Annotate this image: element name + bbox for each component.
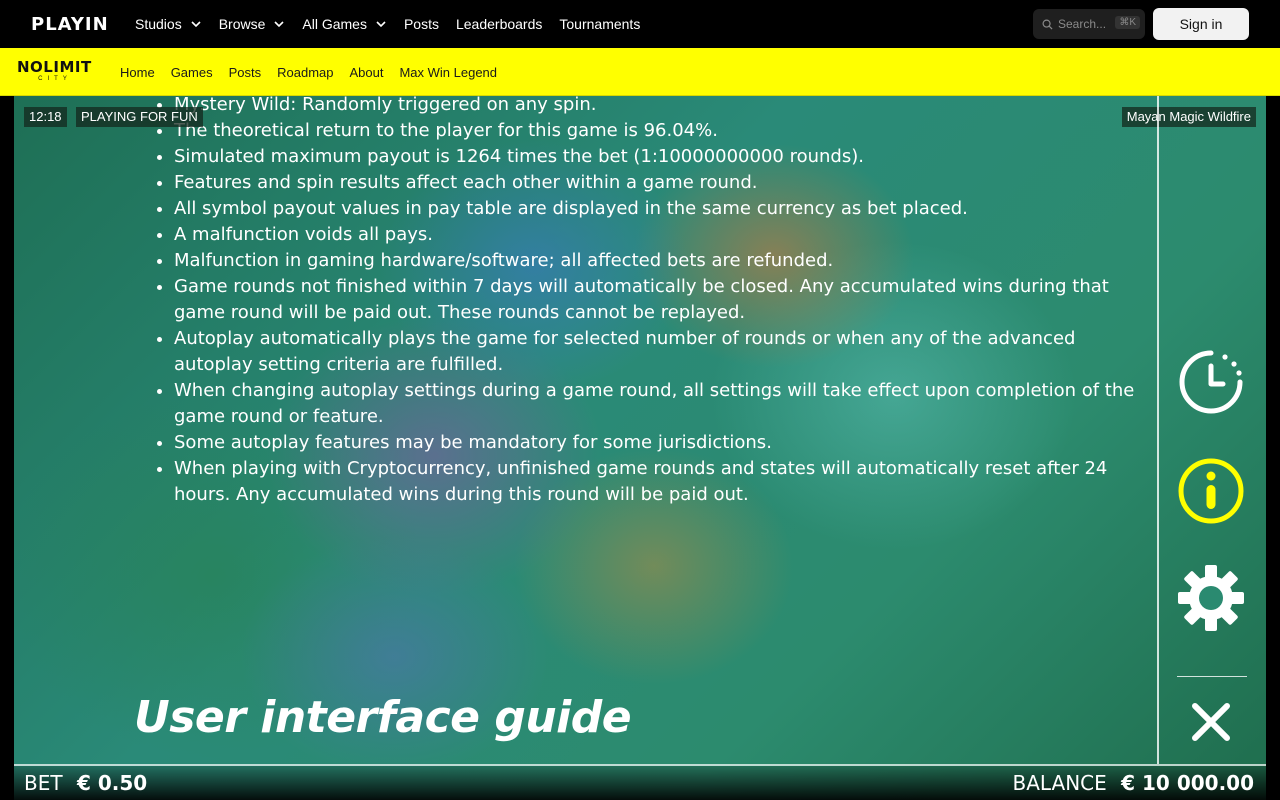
history-icon[interactable]	[1177, 348, 1245, 416]
balance-display: BALANCE € 10 000.00	[1013, 771, 1254, 795]
nav-label: All Games	[302, 16, 367, 32]
rule-item: Autoplay automatically plays the game fo…	[174, 326, 1140, 378]
nolimit-city-logo[interactable]: NOLIMIT CITY	[17, 60, 97, 84]
bet-display[interactable]: BET € 0.50	[24, 771, 147, 795]
close-icon[interactable]	[1177, 688, 1245, 756]
game-rules-text: Mystery Wild: Randomly triggered on any …	[160, 96, 1140, 508]
rule-item: When changing autoplay settings during a…	[174, 378, 1140, 430]
nav-label: Browse	[218, 16, 266, 32]
studio-nav-about[interactable]: About	[349, 65, 383, 80]
nav-label: Leaderboards	[455, 16, 543, 32]
chevron-down-icon	[191, 21, 201, 28]
nav-browse[interactable]: Browse	[219, 16, 286, 32]
nav-leaderboards[interactable]: Leaderboards	[456, 16, 542, 32]
bet-label: BET	[24, 771, 63, 795]
rule-item: Malfunction in gaming hardware/software;…	[174, 248, 1140, 274]
chevron-down-icon	[274, 21, 284, 28]
studio-nav-games[interactable]: Games	[171, 65, 213, 80]
site-header: PLAYIN Studios Browse All Games Posts Le…	[0, 0, 1280, 48]
main-nav: Studios Browse All Games Posts Leaderboa…	[135, 0, 657, 48]
rule-item: A malfunction voids all pays.	[174, 222, 1140, 248]
play-mode-badge: PLAYING FOR FUN	[76, 107, 203, 127]
studio-nav-posts[interactable]: Posts	[229, 65, 262, 80]
nav-studios[interactable]: Studios	[135, 16, 202, 32]
playin-logo[interactable]: PLAYIN	[31, 13, 109, 35]
rule-item: Game rounds not finished within 7 days w…	[174, 274, 1140, 326]
studio-nav-max-win-legend[interactable]: Max Win Legend	[399, 65, 497, 80]
game-footer: BET € 0.50 BALANCE € 10 000.00	[14, 766, 1266, 800]
rule-item: All symbol payout values in pay table ar…	[174, 196, 1140, 222]
studio-bar: NOLIMIT CITY Home Games Posts Roadmap Ab…	[0, 48, 1280, 96]
side-panel-divider	[1157, 96, 1159, 764]
rule-item: The theoretical return to the player for…	[174, 118, 1140, 144]
studio-nav-home[interactable]: Home	[120, 65, 155, 80]
nav-tournaments[interactable]: Tournaments	[559, 16, 640, 32]
game-clock: 12:18	[24, 107, 67, 127]
search-placeholder: Search...	[1058, 17, 1107, 31]
logo-text: PLAYIN	[31, 13, 109, 35]
game-frame[interactable]: Mystery Wild: Randomly triggered on any …	[14, 96, 1266, 800]
side-panel-separator	[1177, 676, 1247, 677]
rule-item: Mystery Wild: Randomly triggered on any …	[174, 96, 1140, 118]
studio-logo-main: NOLIMIT	[17, 58, 92, 76]
info-icon[interactable]	[1177, 457, 1245, 525]
studio-nav-roadmap[interactable]: Roadmap	[277, 65, 333, 80]
settings-gear-icon[interactable]	[1177, 564, 1245, 632]
studio-logo-sub: CITY	[38, 76, 72, 82]
balance-value: € 10 000.00	[1121, 771, 1254, 795]
rule-item: Simulated maximum payout is 1264 times t…	[174, 144, 1140, 170]
sign-in-button[interactable]: Sign in	[1153, 8, 1249, 40]
nav-label: Studios	[135, 16, 182, 32]
nav-posts[interactable]: Posts	[404, 16, 439, 32]
search-input[interactable]: Search... ⌘K	[1033, 9, 1145, 39]
rule-item: When playing with Cryptocurrency, unfini…	[174, 456, 1140, 508]
game-title-badge: Mayan Magic Wildfire	[1121, 107, 1256, 127]
bet-value: € 0.50	[76, 771, 148, 795]
chevron-down-icon	[376, 21, 386, 28]
nav-label: Posts	[403, 16, 439, 32]
search-icon	[1042, 19, 1053, 30]
nav-label: Tournaments	[559, 16, 641, 32]
search-shortcut: ⌘K	[1115, 16, 1140, 29]
nav-all-games[interactable]: All Games	[302, 16, 387, 32]
studio-nav: Home Games Posts Roadmap About Max Win L…	[120, 48, 513, 96]
rule-item: Features and spin results affect each ot…	[174, 170, 1140, 196]
user-interface-guide-heading: User interface guide	[134, 692, 632, 743]
rule-item: Some autoplay features may be mandatory …	[174, 430, 1140, 456]
balance-label: BALANCE	[1012, 771, 1107, 795]
